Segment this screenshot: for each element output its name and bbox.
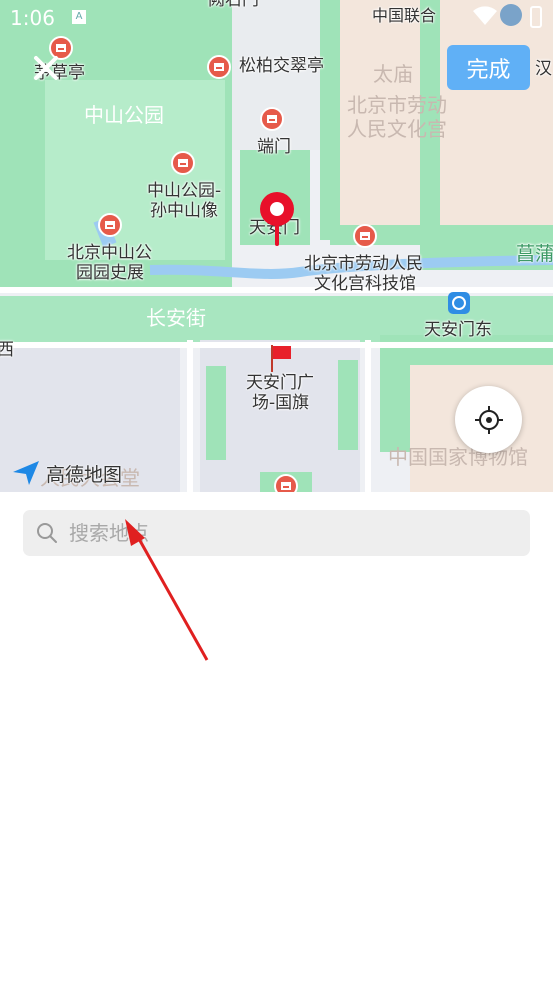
search-icon: [37, 523, 57, 543]
map-label: 菖蒲: [516, 243, 553, 265]
locate-button[interactable]: [455, 386, 522, 453]
map-label: 端门: [257, 137, 291, 157]
search-input[interactable]: [67, 520, 511, 546]
amap-logo-icon: [13, 461, 39, 485]
sync-icon: [500, 4, 522, 26]
app-notification-icon: A: [72, 10, 86, 24]
poi-icon: [353, 224, 377, 248]
map-label: 文化宫科技馆: [314, 274, 416, 294]
map-label: 北京中山公: [67, 243, 152, 263]
map-label: 中国国家博物馆: [388, 445, 528, 469]
map-label: 人民文化宫: [347, 117, 447, 141]
map-label: 汉: [535, 59, 552, 79]
status-bar: 1:06 A 中国联合: [0, 0, 553, 34]
battery-icon: [530, 6, 542, 28]
done-button[interactable]: 完成: [447, 45, 530, 90]
map-label: 天安门东: [424, 320, 492, 340]
status-time: 1:06: [10, 6, 55, 30]
map-label: 中山公园: [84, 103, 164, 127]
map-label: 天安门广: [246, 373, 314, 393]
close-button[interactable]: [30, 52, 62, 84]
poi-icon: [274, 474, 298, 492]
map-label: 西: [0, 340, 14, 360]
map-label: 中山公园-: [147, 181, 222, 201]
amap-logo-text: 高德地图: [46, 463, 123, 486]
crosshair-icon: [474, 405, 503, 434]
map-label: 太庙: [373, 62, 413, 86]
amap-logo: 高德地图: [12, 458, 122, 488]
map-label: 松柏交翠亭: [239, 56, 324, 76]
map-label: 孙中山像: [150, 201, 218, 221]
map-label: 园园史展: [76, 263, 144, 283]
map-label: 天安门: [249, 218, 300, 238]
map-label: 场-国旗: [252, 393, 310, 413]
poi-icon: [98, 213, 122, 237]
map-label: 北京市劳动: [347, 93, 447, 117]
poi-icon: [260, 107, 284, 131]
map-label: 长安街: [146, 306, 206, 330]
poi-icon: [207, 55, 231, 79]
map-view[interactable]: 阙右门 茅草亭 松柏交翠亭 太庙 汉 中山公园 北京市劳动 人民文化宫 端门 中…: [0, 0, 553, 492]
map-label: 北京市劳动人民: [304, 254, 423, 274]
wifi-icon: [473, 6, 497, 26]
poi-icon: [171, 151, 195, 175]
map-label: 中国联合: [372, 6, 437, 25]
search-bar[interactable]: [23, 510, 530, 556]
